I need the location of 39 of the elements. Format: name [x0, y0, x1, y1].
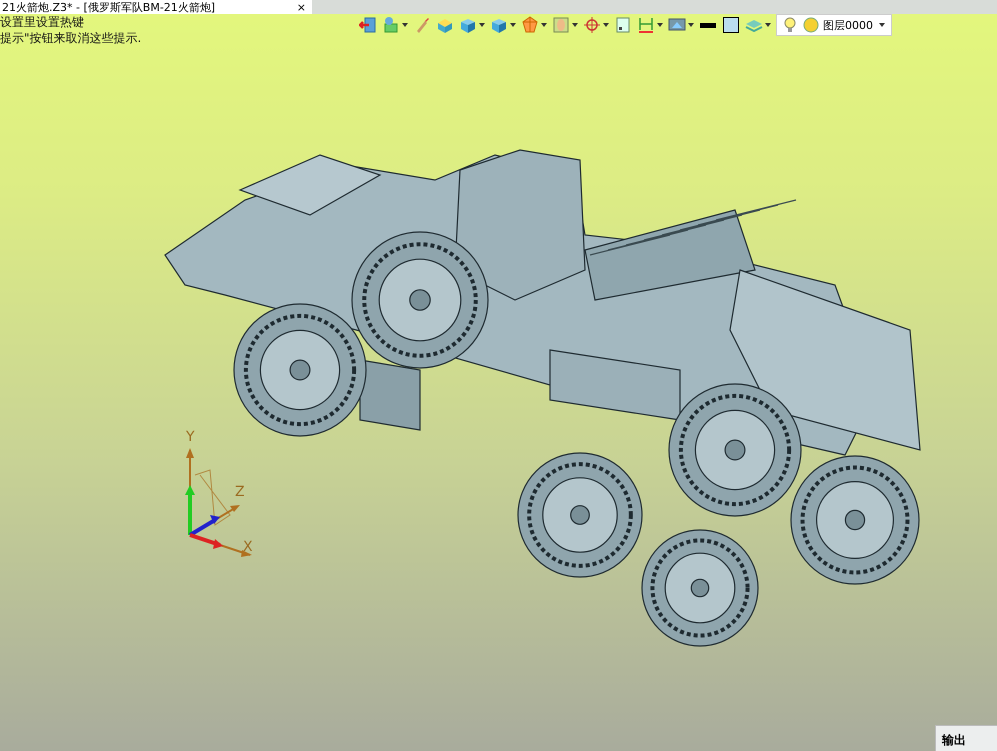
caret-icon — [657, 23, 663, 27]
crosshair-icon — [583, 16, 601, 34]
caret-icon — [402, 23, 408, 27]
toolbar-button[interactable] — [614, 16, 632, 34]
toolbar-button[interactable] — [521, 16, 547, 34]
cube-icon — [490, 16, 508, 34]
panel-title: 输出 — [942, 732, 966, 749]
hint-text: 设置里设置热键 — [0, 14, 85, 30]
caret-icon — [603, 23, 609, 27]
toolbar-button[interactable] — [490, 16, 516, 34]
circle-icon — [802, 16, 820, 34]
exit-icon — [359, 16, 377, 34]
hint-text: 提示"按钮来取消这些提示. — [0, 30, 142, 46]
caret-icon — [765, 23, 771, 27]
toolbar-button[interactable] — [459, 16, 485, 34]
caret-icon — [688, 23, 694, 27]
frame-icon — [552, 16, 570, 34]
cube-icon — [436, 16, 454, 34]
color-swatch-icon — [722, 16, 740, 34]
toolbar-button[interactable] — [552, 16, 578, 34]
caret-icon — [541, 23, 547, 27]
toolbar-button[interactable] — [637, 16, 663, 34]
axis-label: X — [243, 539, 253, 555]
axis-label: Z — [235, 484, 245, 500]
toolbar-button[interactable] — [722, 16, 740, 34]
caret-icon — [510, 23, 516, 27]
toolbar-button[interactable] — [699, 22, 717, 28]
cube-icon — [459, 16, 477, 34]
caret-icon — [572, 23, 578, 27]
toolbar-button[interactable] — [382, 16, 408, 34]
panel-icon — [614, 16, 632, 34]
dimension-icon — [637, 16, 655, 34]
axis-label: Y — [186, 429, 195, 445]
toolbar-button[interactable] — [583, 16, 609, 34]
document-tab[interactable]: 21火箭炮.Z3* - [俄罗斯军队BM-21火箭炮] × — [0, 0, 312, 14]
layer-dropdown[interactable]: 图层0000 — [776, 14, 892, 36]
polygon-icon — [521, 16, 539, 34]
caret-icon — [479, 23, 485, 27]
caret-icon[interactable] — [879, 23, 885, 27]
